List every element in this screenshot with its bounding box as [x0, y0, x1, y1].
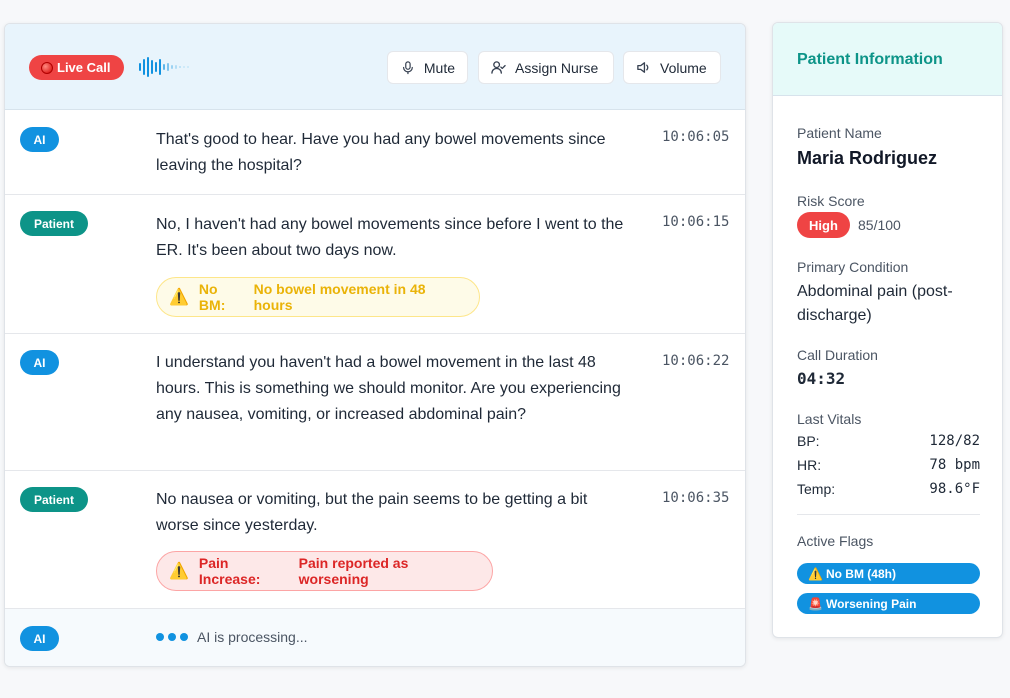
primary-condition-label: Primary Condition	[797, 259, 909, 275]
message-text: No nausea or vomiting, but the pain seem…	[156, 491, 588, 534]
siren-icon: 🚨	[808, 596, 823, 611]
role-badge-patient: Patient	[20, 487, 88, 512]
message-text: That's good to hear. Have you had any bo…	[156, 131, 606, 174]
message-text: I understand you haven't had a bowel mov…	[156, 354, 621, 423]
vital-label: HR:	[797, 457, 822, 473]
mute-button-label: Mute	[423, 59, 455, 76]
flag-alert: ⚠️ No BM: No bowel movement in 48 hours	[156, 277, 480, 317]
flag-label: No BM:	[198, 281, 226, 313]
user-check-icon	[491, 61, 506, 74]
message-text: No, I haven't had any bowel movements si…	[156, 216, 624, 259]
flag-label: Pain Increase:	[198, 555, 261, 587]
call-duration-value: 04:32	[797, 369, 846, 388]
flag-detail: Pain reported as worsening	[298, 555, 409, 587]
patient-info-panel: Patient Information Patient Name Maria R…	[772, 22, 1003, 638]
warning-icon: ⚠️	[169, 289, 189, 306]
flag-detail: No bowel movement in 48 hours	[253, 281, 426, 313]
patient-name: Maria Rodriguez	[797, 148, 938, 168]
patient-info-header: Patient Information	[773, 23, 1002, 96]
vital-value: 128/82	[929, 433, 980, 449]
mute-button[interactable]: Mute	[387, 51, 468, 84]
active-flag-label: Worsening Pain	[825, 596, 917, 611]
volume-button[interactable]: Volume	[623, 51, 721, 84]
role-badge-ai: AI	[20, 127, 59, 152]
vital-row-hr: HR: 78 bpm	[797, 457, 980, 473]
vital-row-bp: BP: 128/82	[797, 433, 980, 449]
vital-value: 78 bpm	[929, 457, 980, 473]
risk-score-label: Risk Score	[797, 193, 865, 209]
role-badge-ai: AI	[20, 626, 59, 651]
vital-label: Temp:	[797, 481, 836, 497]
microphone-icon	[402, 61, 413, 75]
live-call-badge: Live Call	[29, 55, 125, 80]
message-row: AI That's good to hear. Have you had any…	[5, 110, 745, 195]
risk-level-badge: High	[797, 212, 850, 238]
message-timestamp: 10:06:05	[662, 129, 730, 145]
divider	[797, 514, 980, 515]
volume-button-label: Volume	[660, 59, 707, 76]
live-call-label: Live Call	[57, 60, 111, 75]
warning-icon: ⚠️	[169, 563, 189, 580]
flag-alert: ⚠️ Pain Increase: Pain reported as worse…	[156, 551, 493, 591]
warning-icon: ⚠️	[808, 566, 823, 581]
call-panel: Live Call Mute Assign Nurse Volume AI Th…	[4, 23, 746, 667]
vital-label: BP:	[797, 433, 820, 449]
vital-value: 98.6°F	[929, 481, 980, 497]
message-row: Patient No nausea or vomiting, but the p…	[5, 471, 745, 609]
call-header: Live Call Mute Assign Nurse Volume	[5, 24, 745, 110]
message-timestamp: 10:06:35	[662, 490, 730, 506]
live-dot-icon	[41, 61, 53, 74]
patient-name-label: Patient Name	[797, 125, 882, 141]
message-row: Patient No, I haven't had any bowel move…	[5, 195, 745, 334]
message-row: AI I understand you haven't had a bowel …	[5, 334, 745, 471]
audio-waveform-icon	[139, 57, 189, 77]
speaker-icon	[637, 62, 649, 73]
active-flag-chip: 🚨 Worsening Pain	[797, 593, 980, 614]
role-badge-patient: Patient	[20, 211, 88, 236]
processing-row: AI AI is processing...	[5, 609, 745, 666]
message-timestamp: 10:06:15	[662, 214, 730, 230]
role-badge-ai: AI	[20, 350, 59, 375]
primary-condition-value: Abdominal pain (post-discharge)	[797, 283, 953, 324]
assign-nurse-button[interactable]: Assign Nurse	[478, 51, 614, 84]
last-vitals-label: Last Vitals	[797, 411, 862, 427]
active-flag-label: No BM (48h)	[825, 566, 896, 581]
message-timestamp: 10:06:22	[662, 353, 730, 369]
typing-dots-icon	[156, 633, 188, 641]
active-flag-chip: ⚠️ No BM (48h)	[797, 563, 980, 584]
active-flags-label: Active Flags	[797, 533, 874, 549]
assign-nurse-label: Assign Nurse	[515, 59, 599, 76]
call-duration-label: Call Duration	[797, 347, 878, 363]
vital-row-temp: Temp: 98.6°F	[797, 481, 980, 497]
risk-score-value: 85/100	[858, 217, 901, 233]
processing-text: AI is processing...	[197, 629, 308, 645]
patient-info-title: Patient Information	[797, 51, 943, 68]
